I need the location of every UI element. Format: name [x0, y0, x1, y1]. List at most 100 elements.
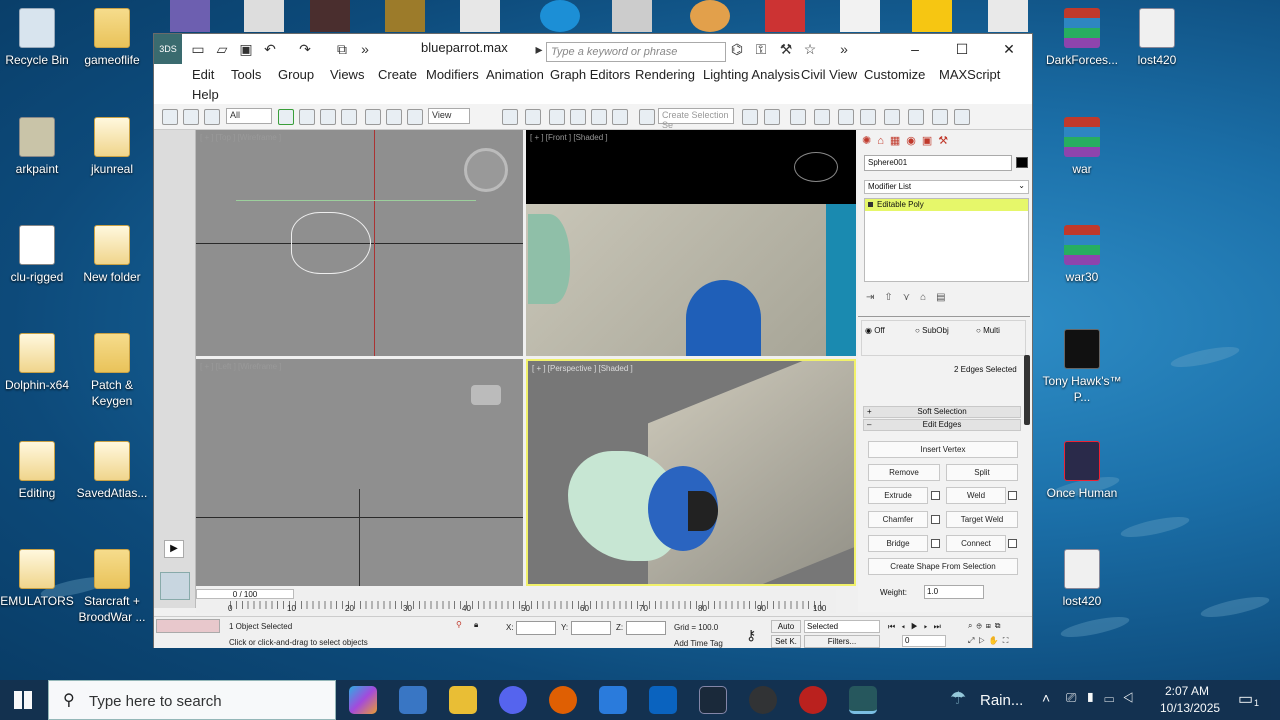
tools-icon[interactable]: ⚒ — [778, 41, 794, 57]
material-editor-icon[interactable] — [884, 109, 900, 125]
link-icon[interactable] — [162, 109, 178, 125]
copilot-icon[interactable] — [349, 686, 377, 714]
move-icon[interactable] — [365, 109, 381, 125]
vlc-icon[interactable] — [988, 0, 1028, 32]
weather-text[interactable]: Rain... — [980, 692, 1023, 709]
create-shape-button[interactable]: Create Shape From Selection — [868, 558, 1018, 575]
viewport-label[interactable]: [ + ] [Left ] [Wireframe ] — [200, 362, 282, 371]
edge-icon[interactable] — [540, 0, 580, 32]
menu-rendering[interactable]: Rendering — [635, 67, 695, 82]
extrude-settings-icon[interactable] — [931, 491, 940, 500]
split-button[interactable]: Split — [946, 464, 1018, 481]
viewport-nav-icons[interactable]: ⤢▷✋⛶ — [968, 636, 1012, 646]
radio-subobj[interactable]: ○ SubObj — [915, 326, 949, 335]
star-icon[interactable]: ☆ — [802, 41, 818, 57]
viewport-label[interactable]: [ + ] [Perspective ] [Shaded ] — [532, 364, 633, 373]
windows-start-icon[interactable] — [14, 691, 32, 709]
desktop-icon[interactable]: Starcraft + BroodWar ... — [72, 549, 152, 625]
menu-maxscript[interactable]: MAXScript — [939, 67, 1000, 82]
desktop-icon[interactable]: clu-rigged — [0, 225, 77, 285]
named-selection-dropdown[interactable]: Create Selection Se — [658, 108, 734, 130]
set-key-button[interactable]: Set K. — [771, 635, 801, 648]
mirror-icon[interactable] — [742, 109, 758, 125]
viewport-perspective[interactable]: [ + ] [Perspective ] [Shaded ] — [526, 359, 856, 586]
notification-icon[interactable]: ▭ — [1238, 689, 1253, 709]
connect-settings-icon[interactable] — [1008, 539, 1017, 548]
desktop-icon[interactable]: Editing — [0, 441, 77, 501]
clock-time[interactable]: 2:07 AM — [1165, 684, 1209, 698]
steam-icon[interactable] — [699, 686, 727, 714]
select-by-name-icon[interactable] — [299, 109, 315, 125]
modifier-stack-item[interactable]: Editable Poly — [865, 199, 1028, 211]
connect-button[interactable]: Connect — [946, 535, 1006, 552]
desktop-icon[interactable]: SavedAtlas... — [72, 441, 152, 501]
viewport-label[interactable]: [ + ] [Front ] [Shaded ] — [530, 133, 608, 142]
play-icon[interactable]: ▶ — [164, 540, 184, 558]
command-panel-tabs[interactable]: ✺⌂▦◉▣⚒ — [862, 134, 954, 147]
desktop-icon[interactable]: Tony Hawk's™ P... — [1042, 329, 1122, 405]
menu-customize[interactable]: Customize — [864, 67, 925, 82]
menu-create[interactable]: Create — [378, 67, 417, 82]
y-coord-field[interactable] — [571, 621, 611, 635]
window-crossing-icon[interactable] — [341, 109, 357, 125]
rendered-frame-icon[interactable] — [932, 109, 948, 125]
desktop-icon[interactable]: EMULATORS — [0, 549, 77, 609]
desktop-icon[interactable]: lost420 — [1042, 549, 1122, 609]
search-input[interactable]: Type a keyword or phrase — [546, 42, 726, 62]
select-manipulate-icon[interactable] — [525, 109, 541, 125]
remove-button[interactable]: Remove — [868, 464, 940, 481]
unlink-icon[interactable] — [183, 109, 199, 125]
key-filters-button[interactable]: Filters... — [804, 635, 880, 648]
open-icon[interactable]: ▱ — [214, 41, 230, 57]
binoculars-icon[interactable]: ⌬ — [729, 41, 745, 57]
viewport-top[interactable]: [ + ] [Top ] [Wireframe ] — [196, 130, 523, 356]
desktop-icon[interactable]: lost420 — [1117, 8, 1197, 68]
percent-snap-icon[interactable] — [591, 109, 607, 125]
menu-civil-view[interactable]: Civil View — [801, 67, 857, 82]
file-explorer-icon[interactable] — [449, 686, 477, 714]
wireframe-object[interactable] — [291, 212, 371, 274]
viewcube-icon[interactable] — [464, 148, 508, 192]
render-setup-icon[interactable] — [908, 109, 924, 125]
viewport-label[interactable]: [ + ] [Top ] [Wireframe ] — [200, 133, 281, 142]
maximize-button[interactable]: ☐ — [947, 39, 977, 59]
desktop-icon[interactable]: Once Human — [1042, 441, 1122, 501]
modifier-list-dropdown[interactable]: Modifier List ⌄ — [864, 180, 1029, 194]
viewport-layout-icon[interactable] — [160, 572, 190, 600]
menu-lighting-analysis[interactable]: Lighting Analysis — [703, 67, 800, 82]
viewcube-icon[interactable] — [794, 152, 838, 182]
edit-named-selection-icon[interactable] — [639, 109, 655, 125]
weld-settings-icon[interactable] — [1008, 491, 1017, 500]
app-icon[interactable] — [840, 0, 880, 32]
add-time-tag[interactable]: Add Time Tag — [674, 639, 723, 648]
clock-date[interactable]: 10/13/2025 — [1160, 701, 1220, 715]
frame-indicator[interactable]: 0 / 100 — [196, 589, 294, 599]
render-icon[interactable] — [954, 109, 970, 125]
task-view-icon[interactable] — [399, 686, 427, 714]
desktop-icon[interactable]: Recycle Bin — [0, 8, 77, 68]
object-name-field[interactable]: Sphere001 — [864, 155, 1012, 171]
desktop-icon[interactable]: war30 — [1042, 225, 1122, 285]
radio-off[interactable]: ◉ Off — [865, 326, 885, 335]
paint-icon[interactable] — [690, 0, 730, 32]
chamfer-settings-icon[interactable] — [931, 515, 940, 524]
desktop-icon[interactable]: gameoflife — [72, 8, 152, 68]
app-icon[interactable] — [612, 0, 652, 32]
angle-snap-icon[interactable] — [570, 109, 586, 125]
playback-controls[interactable]: ⏮◂▶▸⏭ — [888, 622, 947, 632]
menu-tools[interactable]: Tools — [231, 67, 261, 82]
minimize-button[interactable]: – — [900, 39, 930, 59]
isolate-icon[interactable]: ⚲ — [456, 620, 462, 629]
weld-button[interactable]: Weld — [946, 487, 1006, 504]
schematic-view-icon[interactable] — [860, 109, 876, 125]
key-icon[interactable]: ⚷ — [746, 627, 756, 644]
save-icon[interactable]: ▣ — [238, 41, 254, 57]
desktop-icon[interactable]: New folder — [72, 225, 152, 285]
weight-spinner[interactable]: 1.0 — [924, 585, 984, 599]
insert-vertex-button[interactable]: Insert Vertex — [868, 441, 1018, 458]
app-icon[interactable] — [244, 0, 284, 32]
undo-icon[interactable]: ↶ — [262, 41, 278, 57]
scene-explorer-icon[interactable] — [814, 109, 830, 125]
rockstar-icon[interactable] — [912, 0, 952, 32]
current-frame-field[interactable]: 0 — [902, 635, 946, 647]
